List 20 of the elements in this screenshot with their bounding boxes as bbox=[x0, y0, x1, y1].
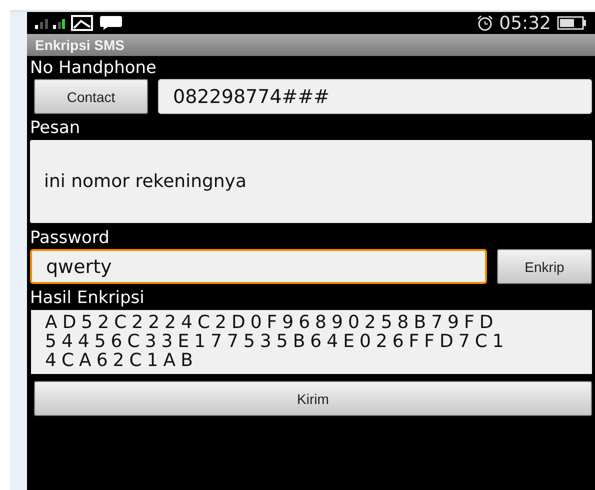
phone-field[interactable]: 082298774### bbox=[158, 79, 592, 114]
password-field[interactable]: qwerty bbox=[30, 249, 487, 284]
clock-time: 05:32 bbox=[499, 12, 551, 34]
result-line: 54456C33E177535B64E026FFD7C1 bbox=[45, 332, 509, 351]
send-button[interactable]: Kirim bbox=[34, 381, 592, 416]
chat-icon bbox=[99, 15, 123, 31]
image-icon bbox=[71, 15, 93, 31]
signal-icon bbox=[35, 16, 65, 30]
app-title: Enkripsi SMS bbox=[27, 34, 595, 56]
alarm-icon bbox=[477, 15, 494, 31]
message-field[interactable]: ini nomor rekeningnya bbox=[30, 140, 592, 223]
battery-icon bbox=[557, 16, 587, 30]
result-line: 4CA62C1AB bbox=[45, 351, 198, 370]
field-label: Pesan bbox=[29, 118, 82, 138]
encrypt-button[interactable]: Enkrip bbox=[497, 249, 592, 284]
field-label: Password bbox=[29, 228, 110, 248]
field-label: No Handphone bbox=[29, 58, 158, 78]
result-line: AD52C2224C2D0F96890258B79FD bbox=[45, 313, 498, 332]
field-label: Hasil Enkripsi bbox=[29, 288, 146, 308]
contact-button[interactable]: Contact bbox=[34, 79, 148, 114]
